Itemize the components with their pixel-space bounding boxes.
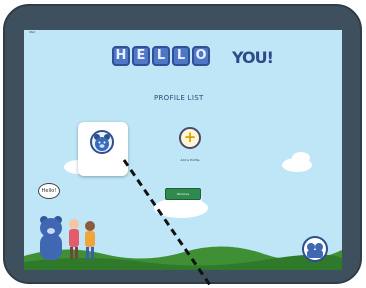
annotation-pointer-line [122, 159, 214, 288]
